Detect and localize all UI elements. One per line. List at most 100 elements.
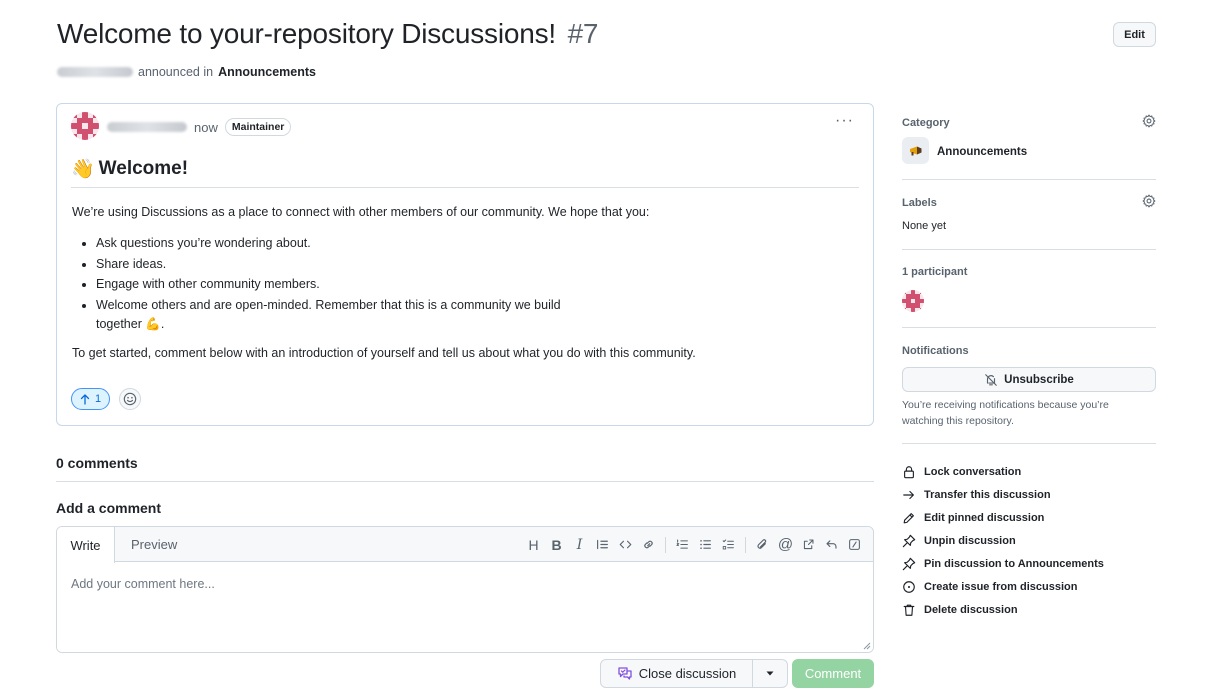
resize-grip-icon[interactable] — [863, 642, 871, 650]
italic-icon[interactable]: I — [571, 536, 588, 553]
triangle-down-icon — [766, 671, 774, 676]
category-label: Category — [902, 117, 950, 129]
divider — [902, 443, 1156, 444]
edit-title-button[interactable]: Edit — [1113, 22, 1156, 47]
upvote-button[interactable]: 1 — [71, 388, 111, 410]
cross-reference-icon[interactable] — [800, 536, 817, 553]
post-bullet-list: Ask questions you’re wondering about. Sh… — [96, 234, 862, 334]
edit-pinned-discussion-action[interactable]: Edit pinned discussion — [902, 506, 1156, 529]
post-outro: To get started, comment below with an in… — [72, 346, 696, 361]
slash-command-icon[interactable] — [846, 536, 863, 553]
issue-opened-icon — [903, 580, 915, 593]
list-item: Ask questions you’re wondering about. — [96, 234, 862, 253]
action-label: Lock conversation — [924, 465, 1022, 478]
numbered-list-icon[interactable] — [674, 536, 691, 553]
pin-icon — [902, 534, 916, 547]
trash-icon — [903, 604, 915, 616]
reply-icon[interactable] — [823, 536, 840, 553]
create-issue-action[interactable]: Create issue from discussion — [902, 575, 1156, 598]
action-label: Unpin discussion — [924, 534, 1016, 547]
discussion-post: now Maintainer ··· 👋 Welcome! We’re usin… — [56, 103, 874, 426]
delete-discussion-action[interactable]: Delete discussion — [902, 598, 1156, 621]
add-reaction-button[interactable] — [119, 388, 142, 410]
more-options-icon[interactable]: ··· — [835, 112, 854, 130]
heading-icon[interactable]: H — [525, 536, 542, 553]
bold-icon[interactable]: B — [548, 536, 565, 553]
post-heading-text: Welcome! — [98, 158, 189, 179]
attach-icon[interactable] — [754, 536, 771, 553]
list-item: Engage with other community members. — [96, 275, 862, 294]
author-name-redacted[interactable] — [107, 122, 187, 132]
list-item: Welcome others and are open-minded. Reme… — [96, 296, 566, 335]
action-label: Pin discussion to Announcements — [924, 557, 1104, 570]
action-label: Delete discussion — [924, 603, 1018, 616]
pin-icon — [902, 557, 916, 570]
action-label: Transfer this discussion — [924, 488, 1051, 501]
discussion-title: Welcome to your-repository Discussions! … — [57, 18, 599, 50]
code-icon[interactable] — [617, 536, 634, 553]
toolbar-divider — [665, 536, 666, 553]
post-intro: We’re using Discussions as a place to co… — [72, 205, 650, 219]
close-discussion-button[interactable]: Close discussion — [600, 659, 753, 688]
post-meta: now Maintainer — [107, 118, 292, 136]
notifications-label: Notifications — [902, 345, 969, 357]
arrow-right-icon — [903, 490, 914, 499]
toolbar-divider — [745, 536, 746, 553]
formatting-tools: H B I @ — [525, 527, 863, 562]
discussion-actions: Lock conversation Transfer this discussi… — [902, 460, 1156, 621]
divider — [902, 327, 1156, 328]
post-body: We’re using Discussions as a place to co… — [72, 203, 862, 364]
transfer-discussion-action[interactable]: Transfer this discussion — [902, 483, 1156, 506]
megaphone-icon — [902, 137, 929, 164]
author-name-redacted[interactable] — [57, 67, 133, 77]
category-name[interactable]: Announcements — [937, 146, 1027, 158]
link-icon[interactable] — [640, 536, 657, 553]
pencil-icon — [903, 512, 914, 523]
post-time[interactable]: now — [194, 120, 218, 135]
upvote-count: 1 — [95, 393, 102, 405]
lock-conversation-action[interactable]: Lock conversation — [902, 460, 1156, 483]
mention-icon[interactable]: @ — [777, 536, 794, 553]
labels-value: None yet — [902, 220, 947, 232]
gear-icon[interactable] — [1142, 194, 1156, 208]
waving-hand-icon: 👋 — [71, 159, 95, 180]
post-heading: 👋 Welcome! — [71, 157, 859, 188]
quote-icon[interactable] — [594, 536, 611, 553]
gear-icon[interactable] — [1142, 114, 1156, 128]
close-discussion-label: Close discussion — [638, 666, 737, 681]
reactions-bar: 1 — [71, 388, 142, 410]
unsubscribe-button[interactable]: Unsubscribe — [902, 367, 1156, 392]
unpin-discussion-action[interactable]: Unpin discussion — [902, 529, 1156, 552]
avatar[interactable] — [71, 112, 99, 140]
add-comment-heading: Add a comment — [56, 500, 162, 516]
smiley-icon — [123, 392, 137, 406]
tab-preview[interactable]: Preview — [131, 527, 177, 562]
notification-note: You’re receiving notifications because y… — [902, 399, 1109, 428]
comment-textarea[interactable] — [57, 563, 873, 652]
list-item: Share ideas. — [96, 255, 862, 274]
lock-icon — [904, 465, 914, 478]
arrow-up-icon — [80, 393, 90, 405]
comment-submit-button[interactable]: Comment — [792, 659, 874, 688]
maintainer-badge: Maintainer — [224, 118, 292, 136]
action-label: Edit pinned discussion — [924, 511, 1045, 524]
discussion-title-text: Welcome to your-repository Discussions! — [57, 18, 556, 49]
discussion-closed-icon — [618, 667, 632, 680]
labels-label: Labels — [902, 197, 937, 209]
tab-write[interactable]: Write — [57, 527, 115, 563]
unsubscribe-label: Unsubscribe — [1004, 373, 1074, 386]
comment-editor: Write Preview H B I @ — [56, 526, 874, 653]
close-options-dropdown[interactable] — [752, 659, 788, 688]
action-label: Create issue from discussion — [924, 580, 1078, 593]
pin-to-announcements-action[interactable]: Pin discussion to Announcements — [902, 552, 1156, 575]
task-list-icon[interactable] — [720, 536, 737, 553]
divider — [56, 481, 874, 482]
divider — [902, 179, 1156, 180]
announced-text: announced in — [138, 65, 214, 79]
divider — [902, 249, 1156, 250]
bell-slash-icon — [985, 373, 997, 386]
unordered-list-icon[interactable] — [697, 536, 714, 553]
editor-toolbar: Write Preview H B I @ — [57, 527, 873, 563]
category-link[interactable]: Announcements — [218, 65, 316, 79]
avatar[interactable] — [902, 290, 924, 312]
